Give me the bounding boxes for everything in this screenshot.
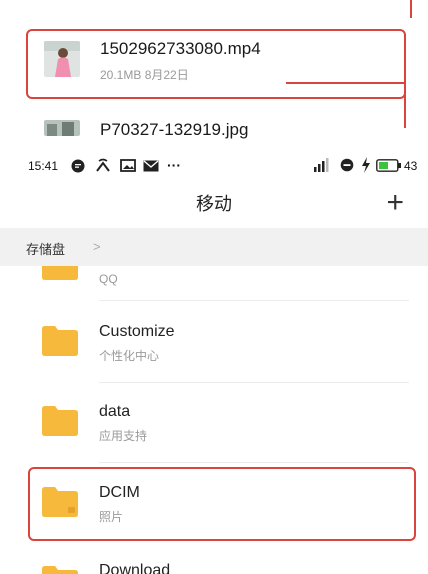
divider bbox=[99, 462, 409, 463]
folder-icon bbox=[42, 406, 78, 436]
folder-title: Download bbox=[99, 562, 171, 574]
chevron-right-icon: > bbox=[93, 239, 101, 254]
chat-icon bbox=[71, 159, 85, 178]
list-item[interactable]: Customize 个性化中心 bbox=[0, 306, 428, 382]
signal-icon bbox=[312, 158, 332, 177]
folder-subtitle: 应用支持 bbox=[99, 429, 148, 443]
clock: 15:41 bbox=[28, 159, 59, 173]
list-item[interactable]: data 应用支持 bbox=[0, 386, 428, 462]
list-item[interactable]: Download bbox=[0, 548, 428, 574]
folder-subtitle: QQ bbox=[99, 272, 118, 286]
folder-subtitle: 个性化中心 bbox=[99, 349, 160, 363]
divider bbox=[99, 300, 409, 301]
list-item[interactable]: QQ bbox=[0, 266, 428, 298]
image-icon bbox=[120, 159, 136, 177]
battery-level: 43 bbox=[404, 159, 418, 173]
status-bar: 15:41 ··· 43 bbox=[0, 148, 428, 184]
highlight-edge bbox=[404, 82, 406, 128]
file-name[interactable]: 1502962733080.mp4 bbox=[100, 39, 261, 59]
file-meta: 20.1MB 8月22日 bbox=[100, 68, 189, 82]
folder-icon bbox=[42, 566, 78, 574]
folder-list: QQ Customize 个性化中心 data 应用支持 DCIM 照片 Dow… bbox=[0, 266, 428, 574]
highlight-box-dcim bbox=[28, 467, 416, 541]
add-button[interactable]: + bbox=[386, 186, 404, 220]
image-thumbnail bbox=[44, 120, 80, 136]
breadcrumb-root[interactable]: 存储盘 bbox=[26, 239, 65, 258]
file-name[interactable]: P70327-132919.jpg bbox=[100, 120, 248, 140]
mail-icon bbox=[143, 159, 159, 177]
page-title: 移动 bbox=[196, 194, 232, 214]
breadcrumb: 存储盘 > bbox=[0, 228, 428, 266]
more-notifications: ··· bbox=[167, 157, 181, 173]
charging-icon bbox=[361, 157, 371, 178]
divider bbox=[99, 382, 409, 383]
folder-icon bbox=[42, 326, 78, 356]
highlight-edge bbox=[410, 0, 412, 18]
folder-icon bbox=[42, 266, 78, 280]
battery-icon bbox=[376, 159, 402, 177]
alarm-icon bbox=[340, 158, 354, 177]
highlight-edge bbox=[286, 82, 406, 84]
folder-title: data bbox=[99, 403, 131, 420]
video-thumbnail bbox=[44, 41, 80, 77]
satellite-icon bbox=[95, 158, 111, 178]
zoomed-file-list-overlay: 1502962733080.mp4 20.1MB 8月22日 P70327-13… bbox=[0, 0, 428, 148]
folder-title: Customize bbox=[99, 323, 175, 340]
